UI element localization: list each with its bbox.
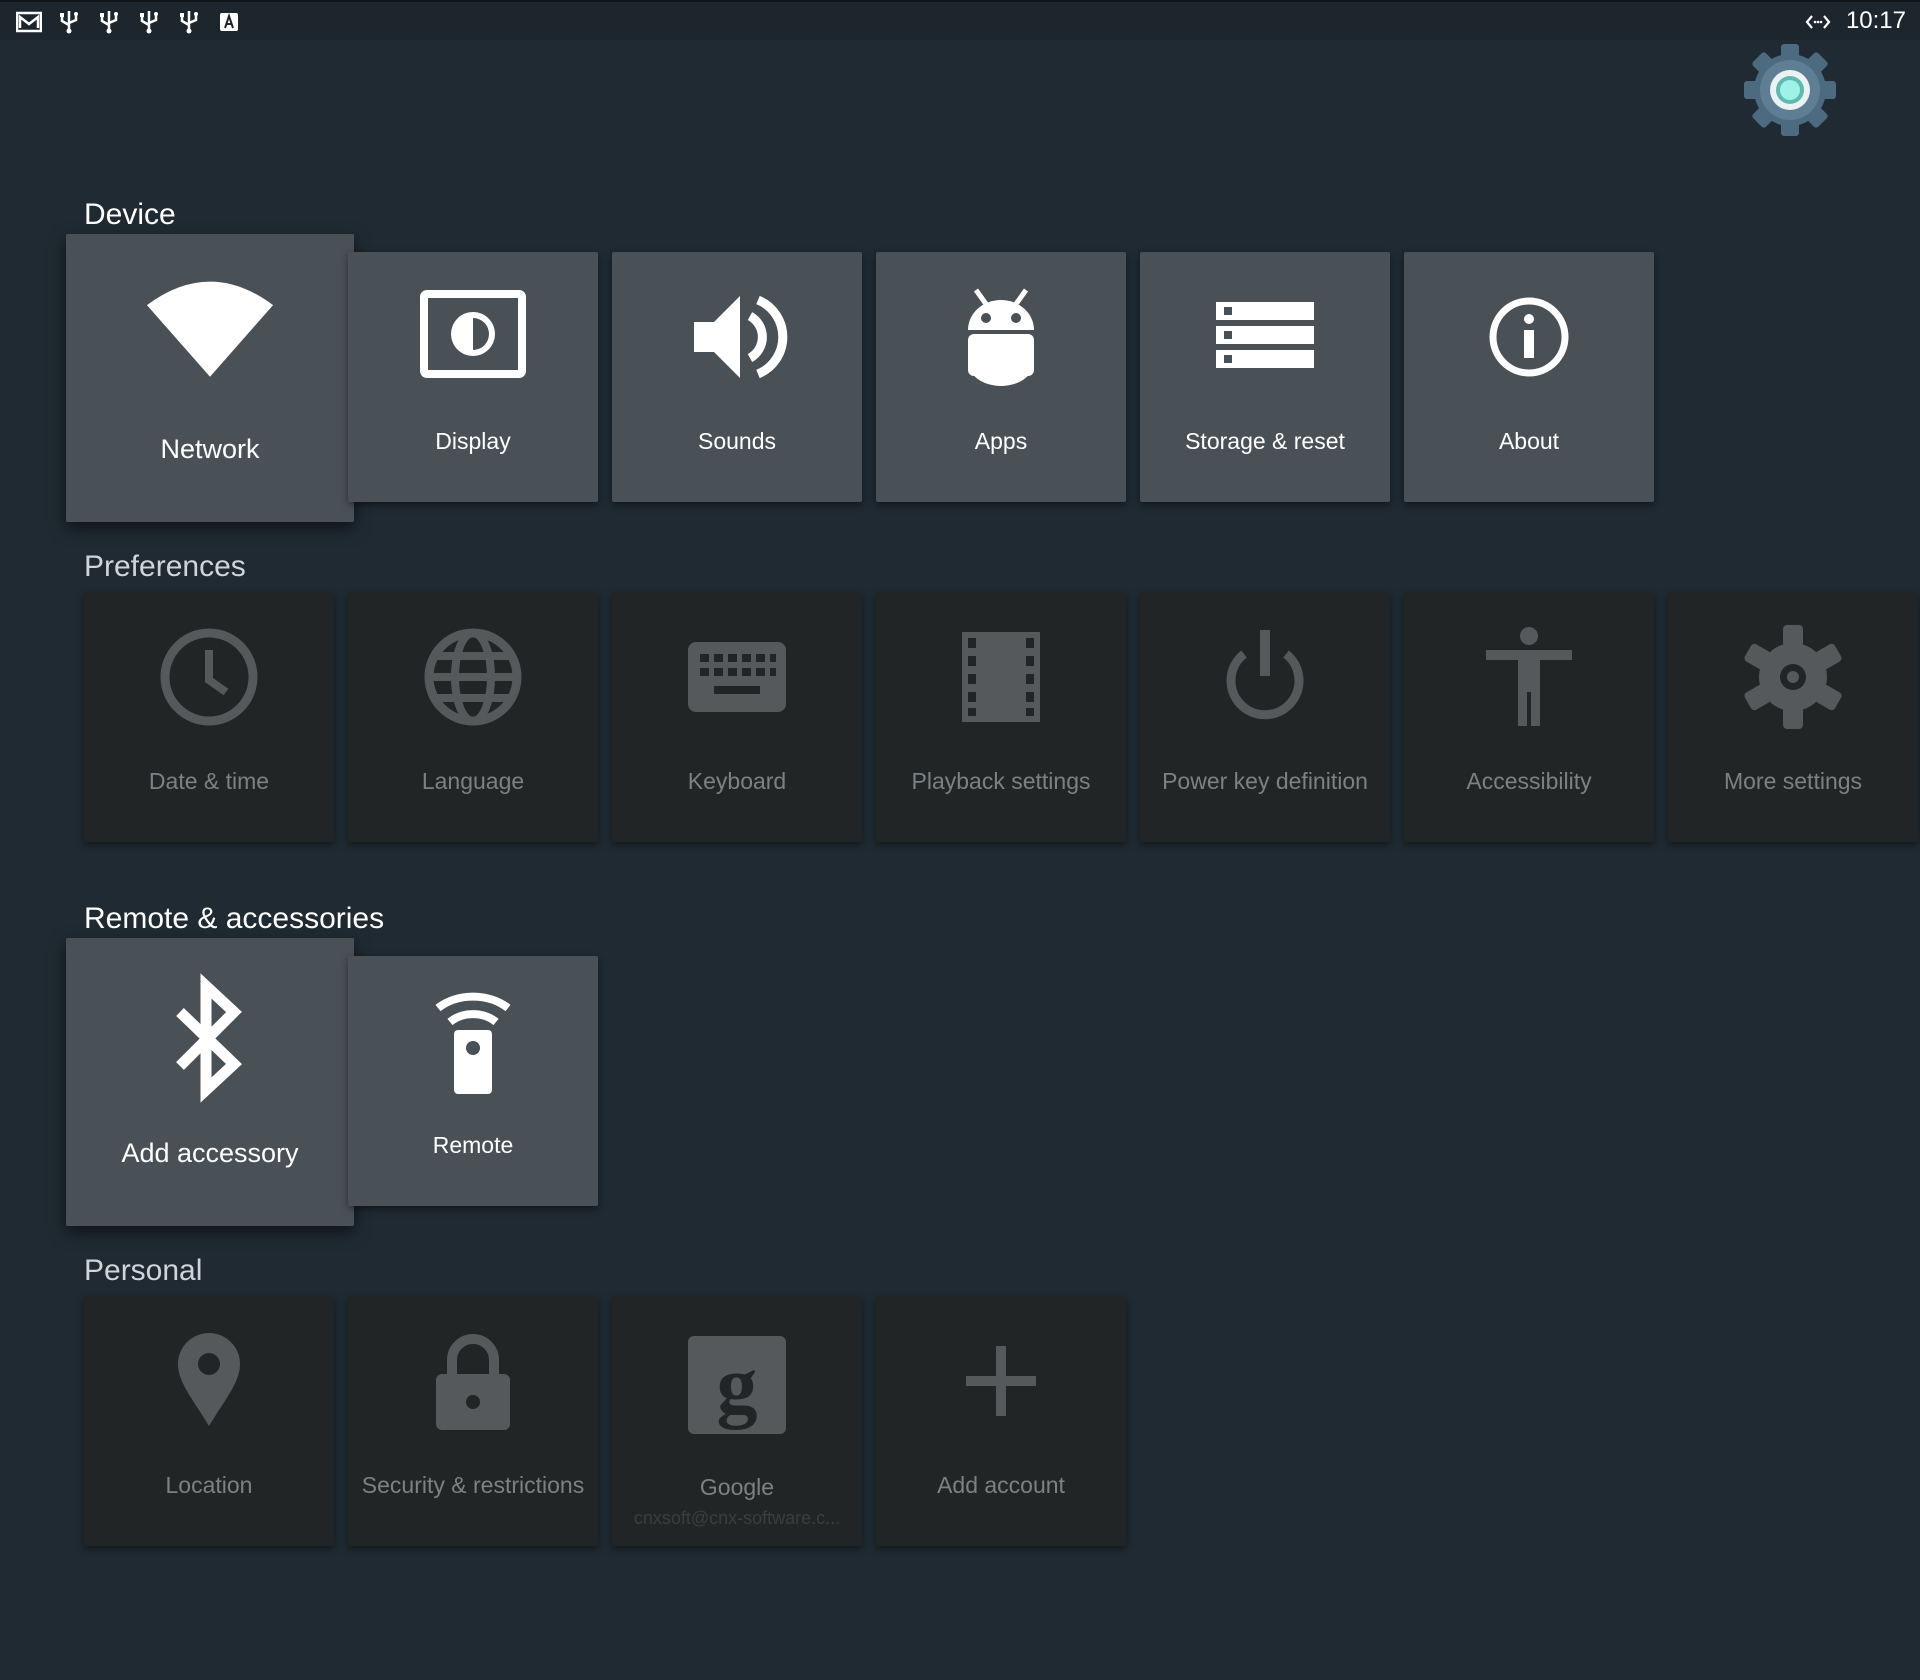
code-arrows-icon [1804, 10, 1832, 34]
tile-more-settings[interactable]: More settings [1668, 592, 1918, 842]
tile-add-account[interactable]: Add account [876, 1296, 1126, 1546]
tile-date-time[interactable]: Date & time [84, 592, 334, 842]
tile-label: Sounds [697, 428, 776, 454]
tile-network[interactable]: Network [66, 234, 354, 522]
tile-add-accessory[interactable]: Add accessory [66, 938, 354, 1226]
android-icon [946, 282, 1056, 392]
tile-accessibility[interactable]: Accessibility [1404, 592, 1654, 842]
keyboard-a-icon [216, 10, 242, 34]
tile-security-restrictions[interactable]: Security & restrictions [348, 1296, 598, 1546]
google-icon: g [682, 1326, 792, 1436]
usb-icon [56, 10, 82, 34]
section-title-device: Device [84, 198, 176, 231]
remote-icon [418, 986, 528, 1096]
bluetooth-icon [142, 972, 278, 1108]
power-icon [1210, 622, 1320, 732]
globe-icon [418, 622, 528, 732]
settings-app-gear-icon [1740, 42, 1840, 138]
section-title-remote-accessories: Remote & accessories [84, 902, 385, 935]
tile-label: Storage & reset [1185, 428, 1345, 454]
section-title-preferences: Preferences [84, 550, 246, 583]
usb-icon [96, 10, 122, 34]
clock-icon [154, 622, 264, 732]
usb-icon [176, 10, 202, 34]
tile-label: Add accessory [121, 1138, 299, 1168]
tile-location[interactable]: Location [84, 1296, 334, 1546]
tile-apps[interactable]: Apps [876, 252, 1126, 502]
location-pin-icon [154, 1326, 264, 1436]
tile-google-account[interactable]: g Google cnxsoft@cnx-software.c... [612, 1296, 862, 1546]
tile-label: Power key definition [1162, 768, 1368, 794]
svg-text:g: g [717, 1339, 758, 1430]
tile-label: Network [160, 434, 260, 464]
tile-label: Apps [974, 428, 1028, 454]
account-email: cnxsoft@cnx-software.c... [633, 1508, 841, 1528]
tile-remote[interactable]: Remote [348, 956, 598, 1206]
tile-language[interactable]: Language [348, 592, 598, 842]
tile-keyboard[interactable]: Keyboard [612, 592, 862, 842]
volume-icon [682, 282, 792, 392]
tile-label: More settings [1723, 768, 1863, 794]
wifi-icon [142, 268, 278, 404]
usb-icon [136, 10, 162, 34]
mail-icon [16, 10, 42, 34]
tile-label: Language [421, 768, 525, 794]
tile-power-key-definition[interactable]: Power key definition [1140, 592, 1390, 842]
storage-icon [1210, 282, 1320, 392]
tile-playback-settings[interactable]: Playback settings [876, 592, 1126, 842]
display-icon [418, 282, 528, 392]
film-icon [946, 622, 1056, 732]
section-title-personal: Personal [84, 1254, 203, 1287]
tile-label: Google [699, 1474, 775, 1500]
tile-display[interactable]: Display [348, 252, 598, 502]
tile-label: About [1498, 428, 1560, 454]
tile-label: Remote [432, 1132, 514, 1158]
lock-icon [418, 1326, 528, 1436]
tile-about[interactable]: About [1404, 252, 1654, 502]
tile-storage-reset[interactable]: Storage & reset [1140, 252, 1390, 502]
tile-label: Accessibility [1466, 768, 1592, 794]
status-bar: 10:17 [0, 0, 1920, 40]
status-clock: 10:17 [1845, 7, 1906, 34]
tile-label: Location [165, 1472, 253, 1498]
tile-label: Playback settings [911, 768, 1091, 794]
tile-label: Display [435, 428, 511, 454]
tile-sounds[interactable]: Sounds [612, 252, 862, 502]
tile-label: Keyboard [687, 768, 787, 794]
tile-label: Security & restrictions [361, 1472, 585, 1498]
tile-label: Date & time [148, 768, 270, 794]
plus-icon [946, 1326, 1056, 1436]
tile-label: Add account [937, 1472, 1065, 1498]
info-icon [1474, 282, 1584, 392]
accessibility-icon [1474, 622, 1584, 732]
keyboard-icon [682, 622, 792, 732]
gear-icon [1738, 622, 1848, 732]
